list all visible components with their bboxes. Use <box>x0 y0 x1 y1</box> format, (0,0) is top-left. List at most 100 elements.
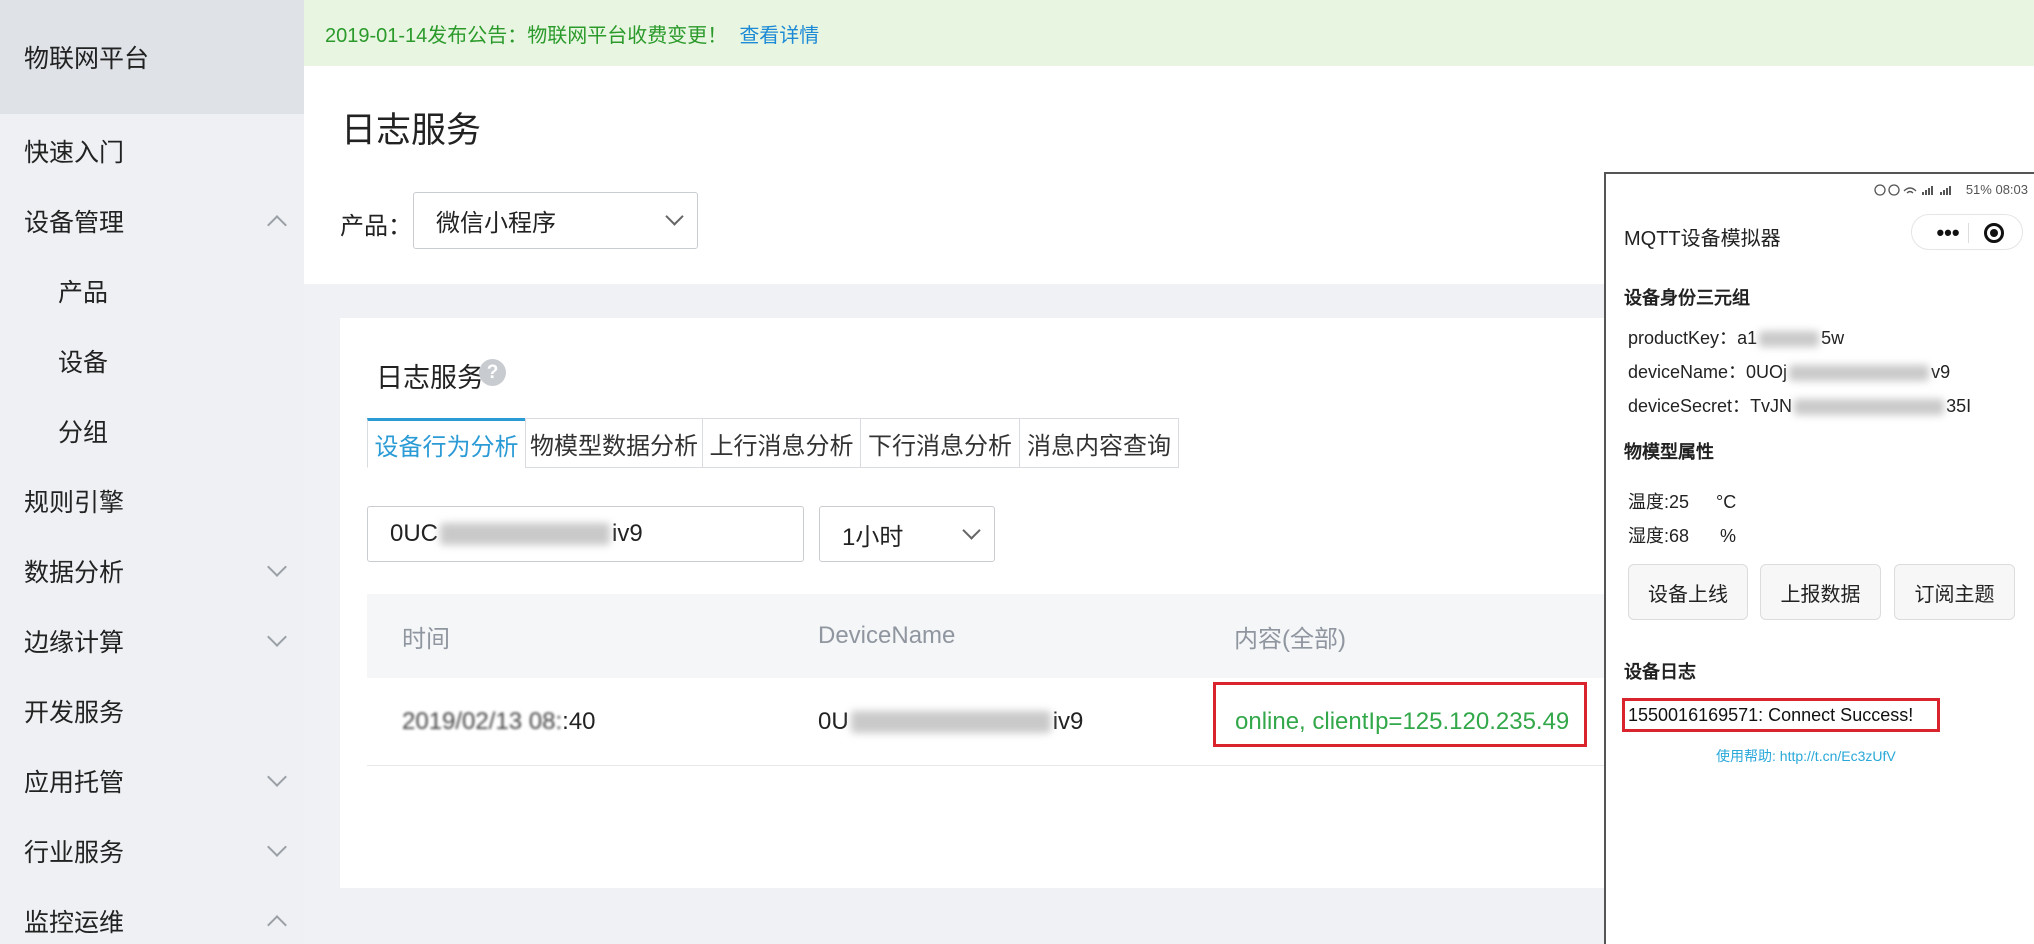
cell-time-redacted: 2019/02/13 08: <box>402 708 563 735</box>
redacted-text <box>1794 399 1945 416</box>
notice-details-link[interactable]: 查看详情 <box>739 19 819 48</box>
temperature-line: 温度:25 °C <box>1628 488 1736 514</box>
sidebar-item-label: 监控运维 <box>24 909 125 937</box>
sidebar-item-rule-engine[interactable]: 规则引擎 <box>0 466 304 536</box>
sidebar-item-product[interactable]: 产品 <box>0 256 304 326</box>
tab-label: 下行消息分析 <box>868 432 1012 460</box>
sidebar-title: 物联网平台 <box>0 0 304 114</box>
sidebar-item-dev-service[interactable]: 开发服务 <box>0 676 304 746</box>
column-header-time: 时间 <box>402 625 450 653</box>
sidebar-item-label: 行业服务 <box>24 839 125 867</box>
sidebar-item-monitoring[interactable]: 监控运维 <box>0 886 304 944</box>
tab-upstream-messages[interactable]: 上行消息分析 <box>702 418 861 468</box>
sidebar-item-label: 快速入门 <box>24 139 125 167</box>
tab-label: 上行消息分析 <box>709 432 854 460</box>
cell-device-prefix: 0U <box>818 708 849 735</box>
chevron-up-icon <box>267 215 287 235</box>
sidebar-item-label: 分组 <box>58 419 109 447</box>
subscribe-topic-button[interactable]: 订阅主题 <box>1894 564 2015 620</box>
sidebar-item-label: 开发服务 <box>24 699 125 727</box>
chevron-down-icon <box>962 521 981 540</box>
cell-time-suffix: :40 <box>562 708 596 735</box>
miniprogram-capsule: ••• <box>1911 214 2023 250</box>
sidebar-item-data-analysis[interactable]: 数据分析 <box>0 536 304 606</box>
humidity-label: 湿度:68 <box>1628 526 1690 546</box>
tab-label: 消息内容查询 <box>1027 432 1171 460</box>
mqtt-simulator-panel: 51% 08:03 MQTT设备模拟器 ••• 设备身份三元组 productK… <box>1604 172 2034 944</box>
redacted-text <box>440 523 611 545</box>
cell-time: 2019/02/13 08: :40 <box>402 678 596 766</box>
product-label: 产品： <box>340 213 412 240</box>
help-link[interactable]: 使用帮助: http://t.cn/Ec3zUfV <box>1716 746 1896 766</box>
product-key-label: productKey： <box>1628 328 1738 348</box>
cell-device-name: 0U iv9 <box>818 678 1083 766</box>
temperature-label: 温度:25 <box>1628 492 1690 512</box>
notice-text: 2019-01-14发布公告：物联网平台收费变更！ <box>325 24 728 47</box>
time-range-value: 1小时 <box>842 523 904 551</box>
chevron-down-icon <box>267 837 287 857</box>
humidity-line: 湿度:68 % <box>1628 522 1736 548</box>
temperature-unit: °C <box>1716 492 1737 512</box>
redacted-text <box>1759 331 1820 348</box>
device-name-suffix: v9 <box>1931 362 1951 382</box>
tab-downstream-messages[interactable]: 下行消息分析 <box>860 418 1020 468</box>
column-header-devicename: DeviceName <box>818 622 956 649</box>
sidebar-item-label: 产品 <box>58 279 109 307</box>
device-name-line: deviceName：0UOj v9 <box>1628 358 1950 384</box>
notice-bar: 2019-01-14发布公告：物联网平台收费变更！ 查看详情 <box>304 0 2034 66</box>
status-icons <box>1874 183 1951 196</box>
tab-label: 物模型数据分析 <box>530 432 698 460</box>
cell-device-suffix: iv9 <box>1052 708 1084 735</box>
sidebar-item-device-management[interactable]: 设备管理 <box>0 186 304 256</box>
sidebar-item-quickstart[interactable]: 快速入门 <box>0 116 304 186</box>
report-data-button[interactable]: 上报数据 <box>1760 564 1881 620</box>
product-key-suffix: 5w <box>1821 328 1845 348</box>
chevron-down-icon <box>267 627 287 647</box>
product-key-prefix: a1 <box>1737 328 1758 348</box>
device-online-button[interactable]: 设备上线 <box>1628 564 1748 620</box>
sidebar-item-label: 边缘计算 <box>24 629 125 657</box>
sidebar: 物联网平台 快速入门 设备管理 产品 设备 分组 规则引擎 数据分析 边缘计算 <box>0 0 304 944</box>
help-icon[interactable]: ? <box>479 359 506 386</box>
sidebar-item-label: 规则引擎 <box>24 489 125 517</box>
column-header-content[interactable]: 内容(全部) <box>1234 594 1346 678</box>
sidebar-item-device[interactable]: 设备 <box>0 326 304 396</box>
sidebar-item-app-hosting[interactable]: 应用托管 <box>0 746 304 816</box>
sidebar-item-group[interactable]: 分组 <box>0 396 304 466</box>
card-title: 日志服务 <box>376 363 484 393</box>
section-identity: 设备身份三元组 <box>1624 288 1750 308</box>
tab-thing-model-data[interactable]: 物模型数据分析 <box>525 418 703 468</box>
sidebar-item-label: 数据分析 <box>24 559 125 587</box>
tab-label: 设备行为分析 <box>374 433 519 461</box>
time-range-select[interactable]: 1小时 <box>819 506 995 562</box>
sidebar-item-industry-service[interactable]: 行业服务 <box>0 816 304 886</box>
sidebar-item-label: 设备 <box>58 349 109 377</box>
device-name-label: deviceName： <box>1628 362 1747 382</box>
humidity-unit: % <box>1720 526 1737 546</box>
device-secret-label: deviceSecret： <box>1628 396 1751 416</box>
capsule-divider <box>1968 223 1969 243</box>
section-log: 设备日志 <box>1624 662 1696 682</box>
chevron-down-icon <box>267 557 287 577</box>
tab-device-behavior[interactable]: 设备行为分析 <box>367 418 526 468</box>
device-secret-suffix: 35I <box>1946 396 1972 416</box>
device-name-prefix: 0UOj <box>1746 362 1788 382</box>
device-input-prefix: 0UC <box>390 520 439 547</box>
more-icon[interactable]: ••• <box>1926 220 1970 245</box>
device-name-input[interactable]: 0UC iv9 <box>367 506 804 562</box>
log-entry: 1550016169571: Connect Success! <box>1622 698 1940 732</box>
section-properties: 物模型属性 <box>1624 442 1714 462</box>
product-select[interactable]: 微信小程序 <box>413 192 698 249</box>
status-text: 51% 08:03 <box>1965 182 2028 197</box>
status-bar: 51% 08:03 <box>1874 182 2028 197</box>
product-select-value: 微信小程序 <box>436 210 556 237</box>
close-target-icon[interactable] <box>1984 223 2004 243</box>
chevron-up-icon <box>267 915 287 935</box>
chevron-down-icon <box>665 207 684 226</box>
tab-message-query[interactable]: 消息内容查询 <box>1019 418 1179 468</box>
chevron-down-icon <box>267 767 287 787</box>
highlight-box <box>1213 682 1587 747</box>
sidebar-item-label: 设备管理 <box>24 209 125 237</box>
sidebar-item-edge-computing[interactable]: 边缘计算 <box>0 606 304 676</box>
device-secret-prefix: TvJN <box>1750 396 1793 416</box>
